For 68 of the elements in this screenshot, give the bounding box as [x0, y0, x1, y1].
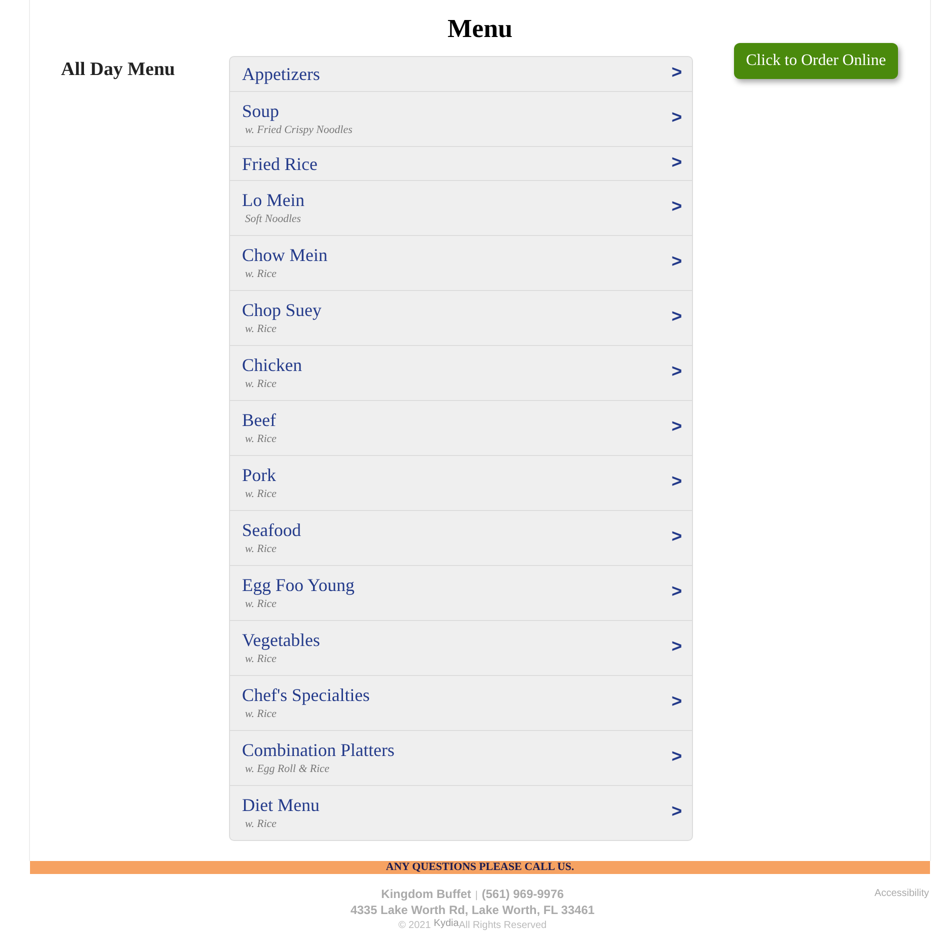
category-note: w. Rice	[244, 817, 277, 832]
order-online-button[interactable]: Click to Order Online	[734, 43, 898, 79]
chevron-icon: >	[671, 362, 682, 380]
chevron-icon: >	[671, 197, 682, 216]
menu-category-item[interactable]: Chef's Specialties w. Rice >	[230, 675, 692, 730]
category-name: Seafood	[242, 519, 301, 541]
menu-category-item[interactable]: Soup w. Fried Crispy Noodles >	[230, 91, 692, 146]
rights-text: All Rights Reserved	[458, 920, 547, 933]
chevron-icon: >	[671, 108, 682, 126]
category-name: Chicken	[242, 354, 302, 376]
menu-category-item[interactable]: Appetizers >	[230, 57, 692, 91]
category-name: Pork	[242, 464, 276, 486]
copyright: © 2021	[398, 919, 431, 933]
category-name: Vegetables	[242, 629, 320, 651]
category-name: Chop Suey	[242, 299, 322, 321]
menu-category-item[interactable]: Pork w. Rice >	[230, 455, 692, 510]
menu-category-item[interactable]: Beef w. Rice >	[230, 400, 692, 455]
category-note: w. Rice	[244, 267, 277, 282]
category-note: w. Egg Roll & Rice	[244, 762, 330, 777]
separator: |	[475, 889, 478, 903]
category-note: w. Rice	[244, 322, 277, 337]
phone-number: (561) 969-9976	[482, 887, 564, 901]
section-heading: All Day Menu	[61, 59, 175, 80]
category-name: Chow Mein	[242, 244, 328, 266]
category-note: w. Rice	[244, 377, 277, 392]
menu-category-item[interactable]: Diet Menu w. Rice >	[230, 785, 692, 840]
menu-category-item[interactable]: Combination Platters w. Egg Roll & Rice >	[230, 730, 692, 785]
category-name: Diet Menu	[242, 794, 320, 816]
chevron-icon: >	[671, 527, 682, 546]
chevron-icon: >	[671, 637, 682, 656]
menu-category-item[interactable]: Chow Mein w. Rice >	[230, 235, 692, 290]
category-note: w. Fried Crispy Noodles	[244, 123, 352, 138]
chevron-icon: >	[671, 472, 682, 490]
chevron-icon: >	[671, 63, 682, 82]
menu-category-item[interactable]: Seafood w. Rice >	[230, 510, 692, 565]
category-note: w. Rice	[244, 652, 277, 667]
category-name: Lo Mein	[242, 189, 304, 211]
menu-category-item[interactable]: Fried Rice >	[230, 146, 692, 180]
page-title: Menu	[448, 13, 512, 45]
category-note: w. Rice	[244, 597, 277, 612]
chevron-icon: >	[671, 692, 682, 710]
chevron-icon: >	[671, 152, 682, 171]
chevron-icon: >	[671, 252, 682, 270]
chevron-icon: >	[671, 417, 682, 436]
category-note: w. Rice	[244, 432, 277, 447]
category-name: Appetizers	[242, 63, 320, 85]
chevron-icon: >	[671, 802, 682, 820]
menu-category-item[interactable]: Chop Suey w. Rice >	[230, 290, 692, 345]
category-name: Combination Platters	[242, 739, 394, 761]
category-note: Soft Noodles	[244, 212, 301, 227]
business-name: Kingdom Buffet	[381, 887, 472, 901]
category-name: Fried Rice	[242, 152, 318, 174]
menu-category-item[interactable]: Lo Mein Soft Noodles >	[230, 180, 692, 235]
menu-category-item[interactable]: Egg Foo Young w. Rice >	[230, 565, 692, 620]
category-name: Chef's Specialties	[242, 684, 370, 706]
category-note: w. Rice	[244, 542, 277, 557]
category-name: Soup	[242, 100, 280, 122]
category-note: w. Rice	[244, 487, 277, 502]
category-name: Beef	[242, 409, 276, 431]
category-name: Egg Foo Young	[242, 574, 355, 596]
chevron-icon: >	[671, 747, 682, 766]
menu-category-item[interactable]: Chicken w. Rice >	[230, 345, 692, 400]
chevron-icon: >	[671, 582, 682, 600]
chevron-icon: >	[671, 307, 682, 326]
call-us-banner: ANY QUESTIONS PLEASE CALL US.	[30, 861, 930, 874]
category-note: w. Rice	[244, 707, 277, 722]
menu-category-item[interactable]: Vegetables w. Rice >	[230, 620, 692, 675]
address: 4335 Lake Worth Rd, Lake Worth, FL 33461	[350, 903, 595, 917]
